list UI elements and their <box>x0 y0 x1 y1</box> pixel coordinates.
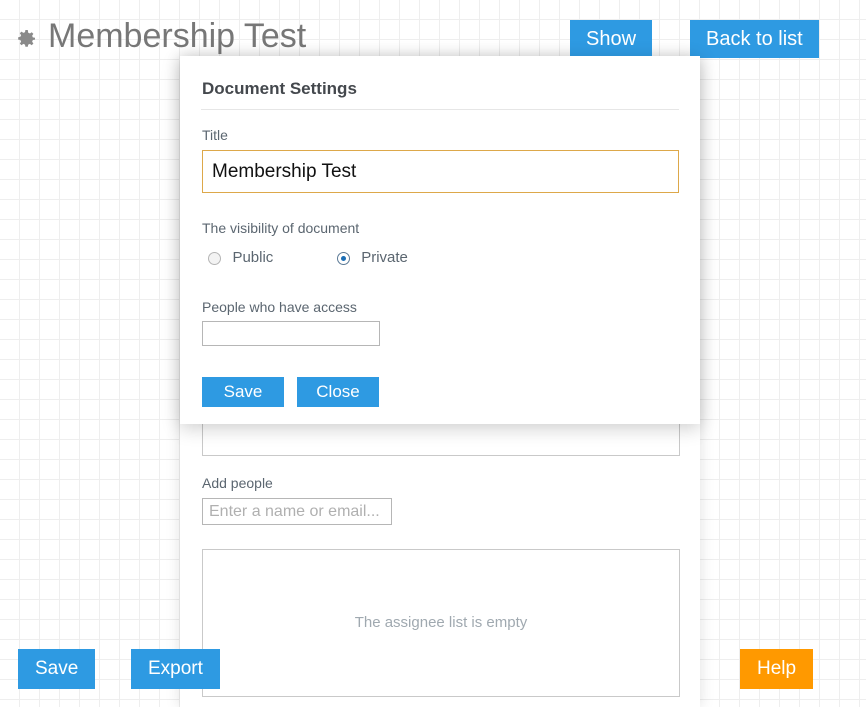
title-field-label: Title <box>202 127 228 143</box>
radio-option-public[interactable]: Public <box>208 249 273 267</box>
add-people-input[interactable] <box>202 498 392 525</box>
document-settings-modal: Document Settings <box>180 56 700 424</box>
assignee-list-box: The assignee list is empty <box>202 549 680 697</box>
people-who-have-access-label: People who have access <box>202 299 357 315</box>
add-people-label: Add people <box>202 475 273 491</box>
modal-close-button[interactable]: Close <box>297 377 379 407</box>
modal-title: Document Settings <box>202 79 357 98</box>
gear-icon[interactable] <box>14 27 38 51</box>
radio-option-private[interactable]: Private <box>336 249 408 267</box>
title-input[interactable] <box>202 150 679 193</box>
radio-label-private: Private <box>361 249 408 266</box>
modal-title-divider <box>201 109 679 110</box>
radio-mark-public[interactable] <box>208 251 221 265</box>
radio-label-public: Public <box>232 249 274 266</box>
page-title: Membership Test <box>48 17 307 55</box>
radio-mark-private[interactable] <box>336 251 350 265</box>
back-to-list-button[interactable]: Back to list <box>690 20 819 58</box>
visibility-label: The visibility of document <box>202 220 360 236</box>
show-button[interactable]: Show <box>570 20 653 58</box>
title-input-wrapper <box>202 150 679 193</box>
visibility-radio-group: Public Private <box>208 249 408 269</box>
assignee-empty-message: The assignee list is empty <box>354 614 528 631</box>
footer-save-button[interactable]: Save <box>18 649 96 689</box>
modal-save-button[interactable]: Save <box>202 377 284 407</box>
people-who-have-access-input[interactable] <box>202 321 380 346</box>
footer-help-button[interactable]: Help <box>740 649 814 689</box>
footer-export-button[interactable]: Export <box>131 649 220 689</box>
